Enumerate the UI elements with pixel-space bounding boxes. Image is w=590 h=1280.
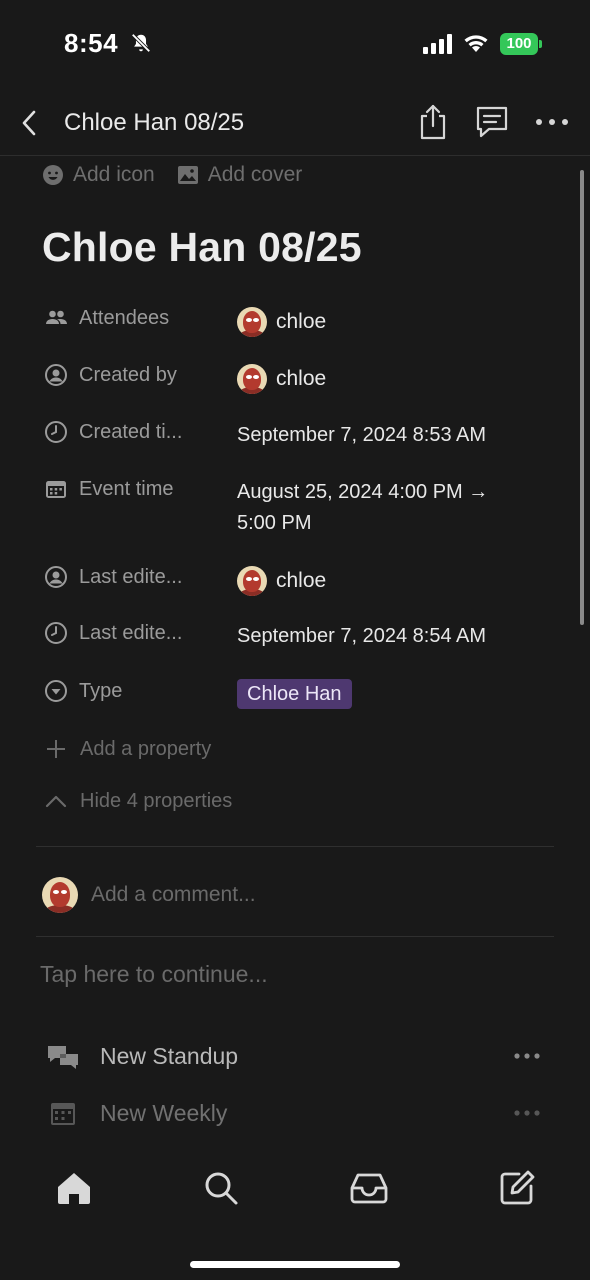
template-label: New Weekly [100, 1100, 228, 1126]
smiley-icon [43, 165, 63, 185]
search-icon[interactable] [201, 1168, 241, 1208]
event-time-line1: August 25, 2024 4:00 PM → [237, 481, 489, 503]
silent-bell-icon [131, 33, 151, 53]
avatar [237, 363, 267, 394]
calendar-icon [46, 481, 66, 498]
add-cover-button[interactable]: Add cover [177, 163, 303, 187]
person-circle-icon [45, 364, 67, 386]
people-icon [46, 310, 67, 324]
image-icon [177, 166, 198, 184]
person-circle-icon [45, 566, 67, 588]
property-label: Created ti... [44, 420, 182, 444]
page-actions: Add icon Add cover [42, 160, 302, 190]
add-property-button[interactable]: Add a property [44, 737, 211, 761]
avatar [237, 565, 267, 596]
status-time: 8:54 [64, 28, 119, 58]
last-edited-by-chloe[interactable]: chloe [237, 565, 326, 596]
property-label: Attendees [44, 306, 169, 330]
property-label: Type [44, 679, 122, 703]
more-options-icon[interactable] [514, 1051, 540, 1061]
clock-icon [45, 622, 67, 644]
property-label: Event time [44, 477, 173, 501]
template-new-standup[interactable]: New Standup [46, 1037, 546, 1077]
cellular-signal-icon [423, 34, 452, 54]
template-label: New Standup [100, 1043, 239, 1069]
wifi-icon [464, 35, 488, 52]
more-options-icon[interactable] [534, 114, 570, 130]
comments-icon[interactable] [473, 104, 511, 140]
status-bar: 8:54 100 [0, 0, 590, 90]
select-icon [45, 680, 67, 702]
add-icon-button[interactable]: Add icon [42, 163, 155, 187]
add-comment-row[interactable]: Add a comment... [42, 877, 256, 913]
event-time-line2: 5:00 PM [237, 512, 312, 534]
attendee-chloe[interactable]: chloe [237, 306, 326, 337]
inbox-icon[interactable] [349, 1168, 389, 1208]
back-chevron-icon[interactable] [16, 106, 44, 140]
compose-icon[interactable] [497, 1168, 537, 1208]
nav-bar: Chloe Han 08/25 [0, 90, 590, 156]
page-title[interactable]: Chloe Han 08/25 [42, 224, 362, 271]
home-indicator[interactable] [190, 1261, 400, 1268]
chat-bubbles-icon [48, 1046, 78, 1069]
add-icon-label: Add icon [73, 163, 155, 186]
add-cover-label: Add cover [207, 163, 303, 186]
comment-input[interactable]: Add a comment... [91, 883, 256, 907]
home-icon[interactable] [54, 1168, 94, 1208]
type-tag[interactable]: Chloe Han [237, 679, 352, 709]
avatar [237, 306, 267, 337]
battery-level: 100 [506, 35, 532, 52]
battery-indicator: 100 [500, 33, 542, 55]
scrollbar[interactable] [580, 170, 584, 625]
property-label: Created by [44, 363, 177, 387]
avatar [42, 877, 78, 913]
chevron-up-icon [45, 795, 67, 808]
share-icon[interactable] [416, 102, 450, 142]
divider [36, 846, 554, 847]
property-label: Last edite... [44, 621, 182, 645]
continue-editing-prompt[interactable]: Tap here to continue... [40, 961, 268, 988]
more-options-icon[interactable] [514, 1108, 540, 1118]
property-label: Last edite... [44, 565, 182, 589]
last-edited-time-value: September 7, 2024 8:54 AM [237, 625, 487, 647]
divider [36, 936, 554, 937]
clock-icon [45, 421, 67, 443]
nav-title: Chloe Han 08/25 [64, 109, 245, 136]
created-time-value: September 7, 2024 8:53 AM [237, 424, 487, 446]
type-value[interactable]: Chloe Han [237, 679, 352, 710]
created-by-chloe[interactable]: chloe [237, 363, 326, 394]
calendar-icon [51, 1103, 75, 1125]
event-time-value[interactable]: August 25, 2024 4:00 PM → 5:00 PM [237, 477, 488, 539]
plus-icon [47, 740, 65, 758]
template-new-weekly[interactable]: New Weekly [46, 1094, 546, 1134]
hide-properties-button[interactable]: Hide 4 properties [44, 789, 232, 813]
